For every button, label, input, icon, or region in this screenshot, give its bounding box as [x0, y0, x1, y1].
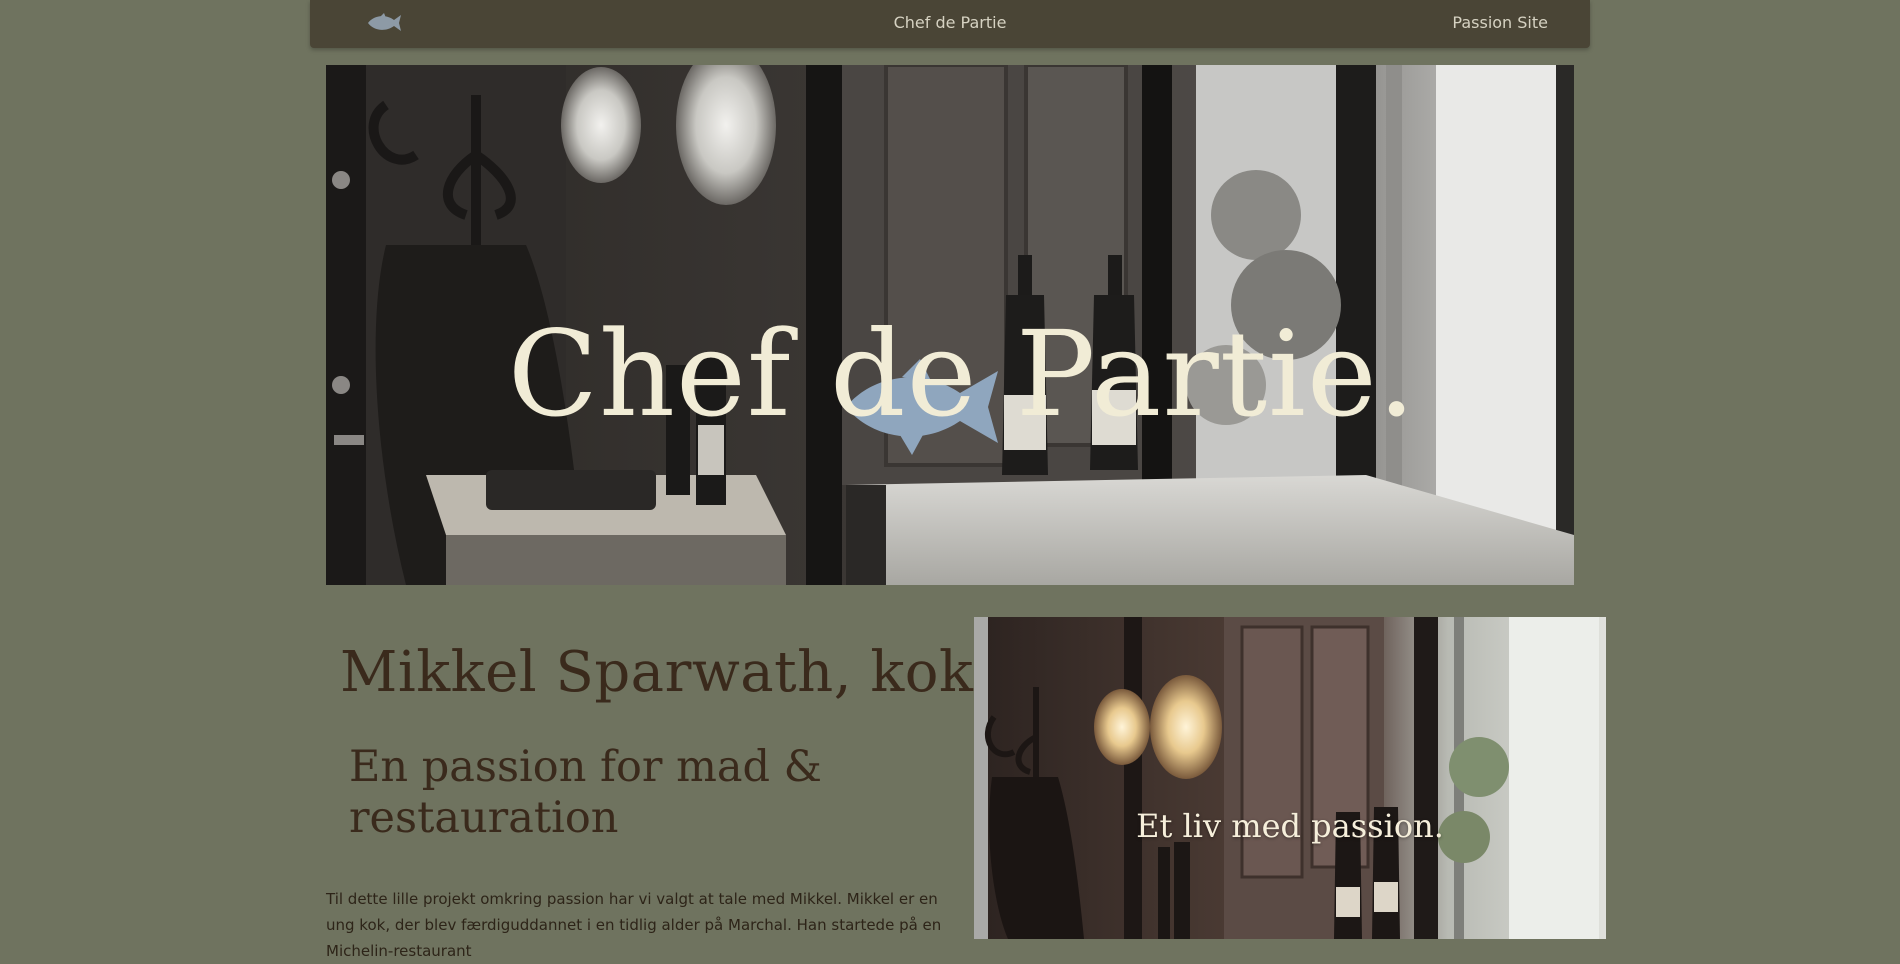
side-photo: Et liv med passion.: [974, 617, 1606, 939]
nav-link-passion-site[interactable]: Passion Site: [1452, 13, 1548, 32]
page-heading: Mikkel Sparwath, kok: [340, 640, 974, 705]
intro-paragraph: Til dette lille projekt omkring passion …: [326, 890, 942, 960]
top-navbar: Chef de Partie Passion Site: [310, 0, 1590, 48]
side-photo-caption: Et liv med passion.: [1136, 807, 1444, 845]
side-photo-image: [974, 617, 1606, 939]
hero-title: Chef de Partie.: [507, 305, 1417, 443]
page-subheading: En passion for mad & restauration: [349, 742, 822, 843]
hero-banner: Chef de Partie.: [326, 65, 1574, 585]
nav-site-title[interactable]: Chef de Partie: [310, 13, 1590, 32]
